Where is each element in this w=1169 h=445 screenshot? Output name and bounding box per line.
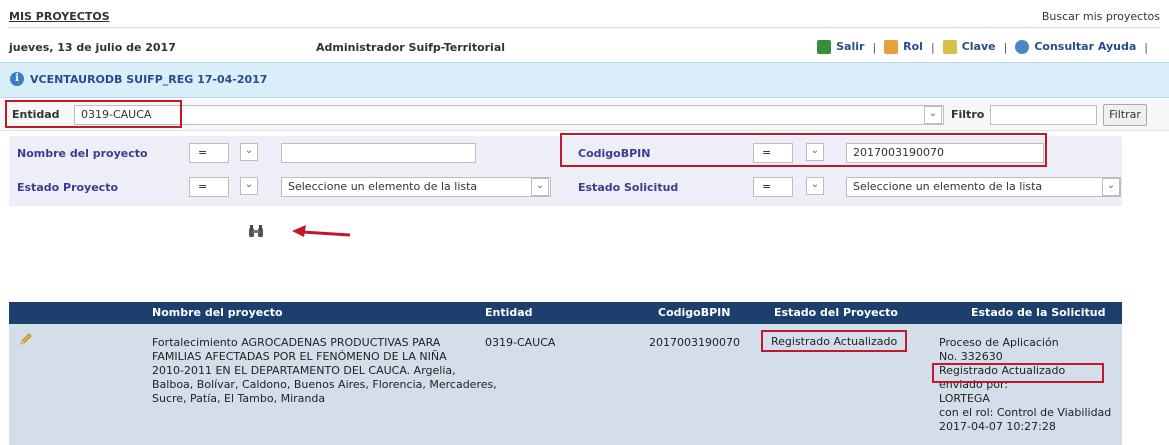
highlight-box (5, 100, 182, 128)
info-icon: i (10, 72, 24, 86)
key-icon (942, 40, 957, 54)
chevron-down-icon[interactable]: ⌄ (531, 178, 549, 196)
edit-pencil-icon[interactable] (19, 332, 33, 346)
chevron-down-icon[interactable]: ⌄ (240, 143, 258, 161)
chevron-down-icon[interactable]: ⌄ (240, 177, 258, 195)
current-date: jueves, 13 de julio de 2017 (9, 41, 176, 54)
column-header[interactable]: Nombre del proyecto (152, 306, 283, 319)
info-banner: i VCENTAURODB SUIFP_REG 17-04-2017 (0, 62, 1169, 98)
search-my-projects-link[interactable]: Buscar mis proyectos (1042, 10, 1160, 23)
entidad-cell: 0319-CAUCA (485, 336, 556, 349)
estado-solicitud-cell: Proceso de Aplicación No. 332630 Registr… (939, 336, 1112, 433)
estado-proyecto-label: Estado Proyecto (17, 181, 119, 194)
estado-solicitud-label: Estado Solicitud (578, 181, 679, 194)
results-table-header: Nombre del proyecto Entidad CodigoBPIN E… (9, 302, 1122, 324)
nombre-operator-select[interactable]: = (189, 143, 229, 163)
chevron-down-icon[interactable]: ⌄ (924, 106, 942, 124)
codigo-bpin-cell: 2017003190070 (649, 336, 740, 349)
column-header[interactable]: CodigoBPIN (658, 306, 730, 319)
estado-proyecto-cell: Registrado Actualizado (761, 330, 907, 352)
divider (9, 27, 1160, 28)
estado-solicitud-select[interactable]: Seleccione un elemento de la lista (846, 177, 1121, 197)
exit-icon (817, 40, 832, 54)
nav-separator: | (1003, 40, 1008, 54)
nav-item-salir[interactable]: Salir (817, 40, 864, 54)
nav-separator: | (872, 40, 877, 54)
nombre-proyecto-input[interactable] (281, 143, 476, 163)
nav-item-rol[interactable]: Rol (884, 40, 923, 54)
nav-item-ayuda[interactable]: Consultar Ayuda (1015, 40, 1136, 54)
column-header[interactable]: Estado de la Solicitud (971, 306, 1105, 319)
nombre-proyecto-label: Nombre del proyecto (17, 147, 148, 160)
estado-proyecto-operator-select[interactable]: = (189, 177, 229, 197)
estado-proyecto-select[interactable]: Seleccione un elemento de la lista (281, 177, 551, 197)
help-icon (1015, 40, 1030, 54)
red-arrow-icon (292, 225, 351, 237)
column-header[interactable]: Estado del Proyecto (774, 306, 898, 319)
nav-item-clave[interactable]: Clave (942, 40, 996, 54)
user-role: Administrador Suifp-Territorial (316, 41, 506, 54)
page-title: MIS PROYECTOS (9, 10, 110, 23)
nav-separator: | (930, 40, 935, 54)
filtro-label: Filtro (951, 108, 985, 121)
table-row[interactable]: Fortalecimiento AGROCADENAS PRODUCTIVAS … (9, 324, 1122, 445)
highlight-box (560, 133, 1047, 167)
users-icon (884, 40, 899, 54)
nav-separator: | (1144, 40, 1148, 54)
filtro-input[interactable] (990, 105, 1097, 125)
column-header[interactable]: Entidad (485, 306, 533, 319)
chevron-down-icon[interactable]: ⌄ (1102, 178, 1120, 196)
filtrar-button[interactable]: Filtrar (1103, 104, 1147, 126)
banner-text: VCENTAURODB SUIFP_REG 17-04-2017 (30, 73, 268, 86)
project-name-cell: Fortalecimiento AGROCADENAS PRODUCTIVAS … (152, 336, 497, 405)
chevron-down-icon[interactable]: ⌄ (806, 177, 824, 195)
entidad-select[interactable]: 0319-CAUCA (74, 105, 944, 125)
highlight-box (932, 363, 1104, 383)
estado-solicitud-operator-select[interactable]: = (753, 177, 793, 197)
top-nav: Salir | Rol | Clave | Consultar Ayuda | (817, 40, 1156, 54)
binoculars-search-icon[interactable] (248, 224, 264, 238)
